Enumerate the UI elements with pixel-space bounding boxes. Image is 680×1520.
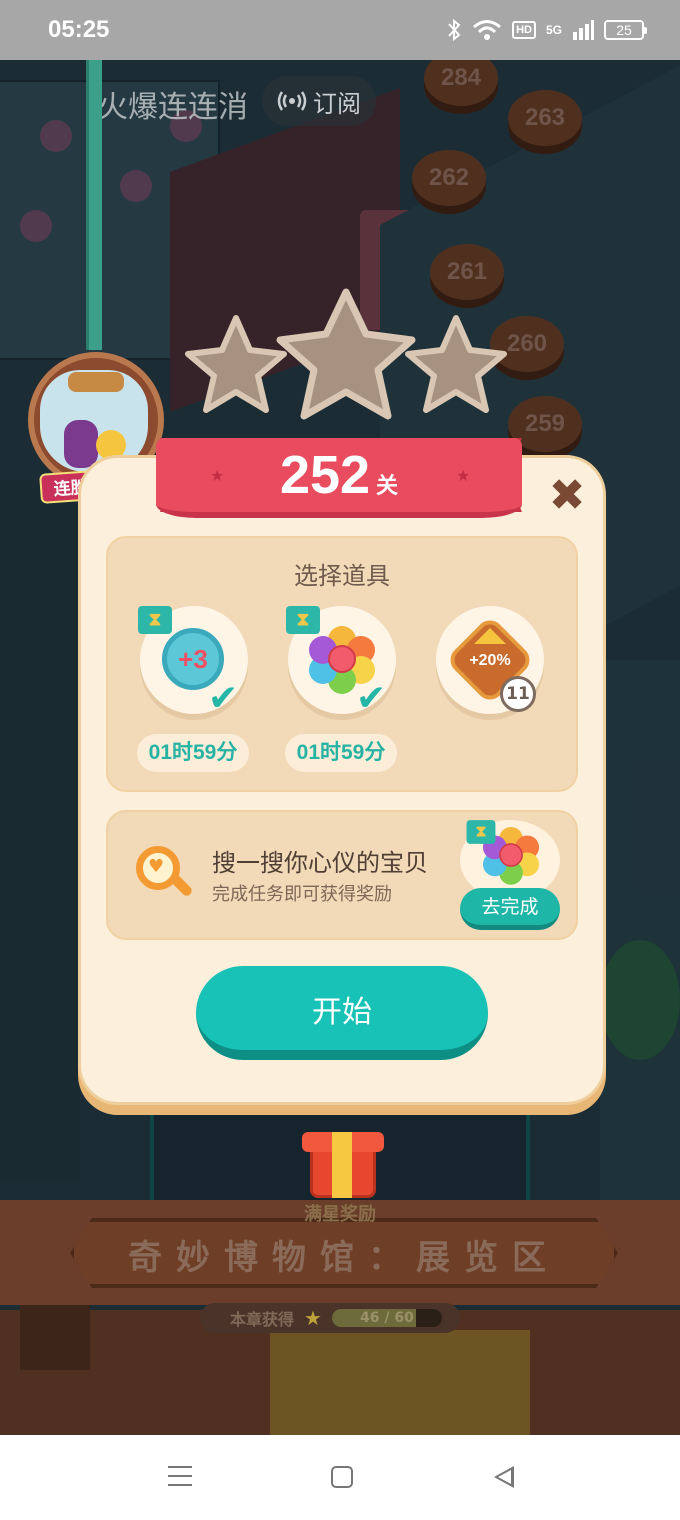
heart-icon: ♥ (148, 856, 165, 877)
chapter-progress: 本章获得 ★ 46 / 60 (200, 1303, 460, 1333)
item-timer: 01时59分 (285, 734, 397, 772)
check-icon: ✔ (208, 678, 239, 719)
lanyard (86, 60, 102, 350)
star-slot-left (185, 315, 287, 413)
subscribe-button[interactable]: 订阅 (262, 76, 376, 126)
wifi-icon (473, 20, 502, 40)
hourglass-icon: ⧗ (466, 820, 496, 844)
arrow-up-icon (474, 628, 506, 644)
area-name: 奇妙博物馆：展览区 (128, 1238, 560, 1278)
level-number: 252 (279, 445, 371, 505)
go-complete-button[interactable]: 去完成 (460, 888, 560, 930)
broadcast-icon (277, 91, 307, 111)
battery-icon: 25 (604, 20, 647, 40)
bluetooth-icon (448, 18, 461, 42)
home-icon[interactable] (331, 1466, 353, 1488)
level-unit: 关 (376, 473, 399, 498)
menu-icon[interactable] (168, 1466, 192, 1486)
hourglass-icon: ⧗ (138, 606, 172, 634)
star-slot-right (405, 315, 507, 413)
monster-icon (64, 420, 98, 468)
chapter-progress-bar: 46 / 60 (331, 1309, 442, 1327)
check-icon: ✔ (356, 678, 387, 719)
item-timer: 01时59分 (137, 734, 249, 772)
signal-icon (573, 20, 594, 40)
task-title: 搜一搜你心仪的宝贝 (212, 849, 428, 877)
star-slot-center (276, 288, 416, 420)
level-stars (185, 288, 507, 420)
gift-ribbon (332, 1132, 352, 1198)
start-button[interactable]: 开始 (196, 966, 488, 1060)
score-boost-label: +20% (469, 652, 511, 669)
chapter-label: 本章获得 (230, 1310, 295, 1329)
status-time: 05:25 (48, 16, 110, 43)
full-star-reward-label: 满星奖励 (304, 1204, 376, 1225)
task-subtitle: 完成任务即可获得奖励 (212, 884, 392, 905)
game-title: 火爆连连消 (98, 90, 248, 125)
close-icon[interactable]: ✖ (546, 474, 588, 518)
back-icon[interactable] (494, 1466, 514, 1488)
chapter-progress-value: 46 / 60 (360, 1310, 414, 1326)
level-title: 252 关 (156, 444, 522, 506)
item-count-badge: 11 (500, 676, 536, 712)
jar-lid (68, 372, 124, 392)
items-title: 选择道具 (294, 562, 390, 590)
subscribe-label: 订阅 (313, 89, 361, 118)
status-icons: HD 5G 25 (446, 14, 647, 46)
network-label: 5G (545, 23, 562, 37)
hourglass-icon: ⧗ (286, 606, 320, 634)
status-bar: 05:25 HD 5G 25 (0, 0, 680, 60)
hd-icon: HD (512, 21, 536, 39)
star-icon: ★ (304, 1306, 322, 1330)
